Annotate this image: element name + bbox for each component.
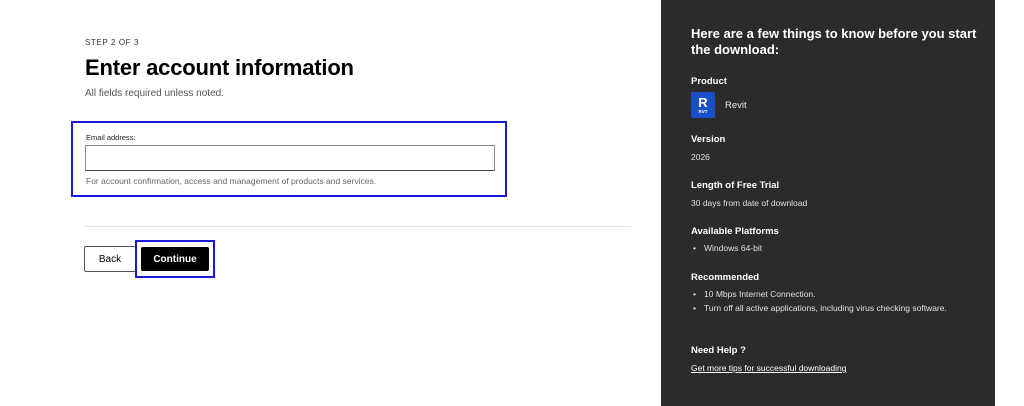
list-item: 10 Mbps Internet Connection. bbox=[691, 288, 971, 302]
step-indicator: STEP 2 OF 3 bbox=[85, 38, 140, 47]
product-icon-letter: R bbox=[698, 94, 708, 110]
platforms-list: Windows 64-bit bbox=[691, 242, 971, 256]
back-button[interactable]: Back bbox=[84, 246, 136, 272]
account-form-section: STEP 2 OF 3 Enter account information Al… bbox=[0, 0, 661, 406]
page-subtitle: All fields required unless noted. bbox=[85, 88, 224, 99]
product-icon-code: RVT bbox=[698, 108, 708, 114]
recommended-heading: Recommended bbox=[691, 272, 760, 283]
email-input[interactable] bbox=[85, 145, 495, 171]
version-heading: Version bbox=[691, 134, 726, 145]
recommended-list: 10 Mbps Internet Connection. Turn off al… bbox=[691, 288, 971, 315]
list-item: Windows 64-bit bbox=[691, 242, 971, 256]
product-name: Revit bbox=[725, 99, 747, 111]
revit-product-icon: R RVT bbox=[691, 92, 715, 118]
page-title: Enter account information bbox=[85, 55, 354, 80]
list-item: Turn off all active applications, includ… bbox=[691, 302, 971, 316]
continue-button-focus-outline: Continue bbox=[135, 240, 215, 278]
platforms-heading: Available Platforms bbox=[691, 226, 779, 237]
form-divider bbox=[85, 226, 631, 227]
version-value: 2026 bbox=[691, 152, 710, 162]
product-heading: Product bbox=[691, 76, 727, 87]
download-tips-link[interactable]: Get more tips for successful downloading bbox=[691, 363, 846, 373]
trial-value: 30 days from date of download bbox=[691, 198, 808, 208]
email-help-text: For account confirmation, access and man… bbox=[86, 176, 377, 186]
continue-button[interactable]: Continue bbox=[141, 247, 209, 271]
product-row: R RVT Revit bbox=[691, 92, 747, 118]
email-label: Email address: bbox=[86, 133, 136, 142]
download-info-panel: Here are a few things to know before you… bbox=[661, 0, 995, 406]
panel-title: Here are a few things to know before you… bbox=[691, 26, 977, 57]
page-gutter bbox=[995, 0, 1024, 406]
help-heading: Need Help ? bbox=[691, 345, 746, 356]
trial-heading: Length of Free Trial bbox=[691, 180, 780, 191]
email-field-group: Email address: For account confirmation,… bbox=[71, 121, 507, 197]
